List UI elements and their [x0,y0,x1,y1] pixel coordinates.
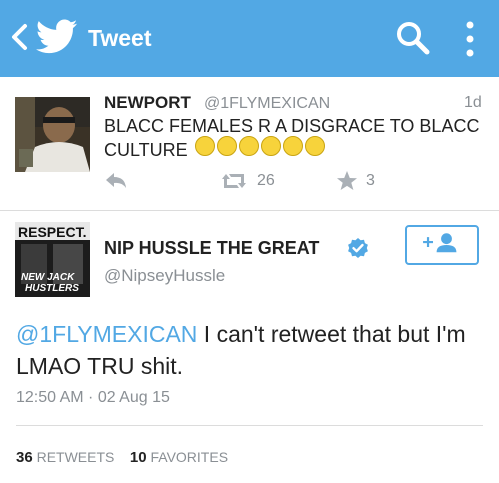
grinning-emoji-icon [194,136,215,157]
app-header: Tweet [0,0,499,77]
page-title: Tweet [88,25,152,51]
tweet2-avatar[interactable]: RESPECT. NEW JACK HUSTLERS [15,222,90,297]
svg-text:NEW JACK: NEW JACK [21,272,75,283]
divider [16,425,483,426]
tweet1-author-name[interactable]: NEWPORT [104,93,191,113]
verified-badge-icon [348,238,368,258]
reply-icon[interactable] [104,171,128,189]
tweet2-author-name[interactable]: NIP HUSSLE THE GREAT [104,238,319,259]
tweet1-time: 1d [464,94,482,111]
twitter-bird-icon [36,19,78,54]
grinning-emoji-icon [260,136,281,157]
overflow-menu-icon[interactable] [464,20,476,58]
tweet1-text: BLACC FEMALES R A DISGRACE TO BLACC CULT… [104,114,484,164]
avatar-title-text: RESPECT. [18,224,86,240]
grinning-emoji-icon [238,136,259,157]
grinning-emoji-icon [216,136,237,157]
follow-button[interactable]: + [405,225,479,265]
tweet-stats: 36 RETWEETS 10 FAVORITES [16,449,228,466]
add-user-icon: + [422,232,457,254]
favorite-star-icon[interactable] [336,170,358,192]
grinning-emoji-icon [282,136,303,157]
retweet-icon[interactable] [219,172,249,190]
tweet1-retweet-count: 26 [257,172,275,189]
tweet2-text: @1FLYMEXICAN I can't retweet that but I'… [16,318,486,382]
tweet1-favorite-count: 3 [366,172,375,189]
mention-link[interactable]: @1FLYMEXICAN [16,321,197,347]
tweet1-avatar[interactable] [15,97,90,172]
chevron-left-icon[interactable] [8,22,30,52]
tweet1-author-handle[interactable]: @1FLYMEXICAN [204,95,330,113]
favorite-count[interactable]: 10 [130,449,147,466]
grinning-emoji-icon [304,136,325,157]
retweet-count[interactable]: 36 [16,449,33,466]
svg-text:+: + [422,232,434,254]
emoji-group [193,136,325,164]
favorite-label[interactable]: FAVORITES [151,449,229,465]
tweet2-author-handle[interactable]: @NipseyHussle [104,266,225,286]
svg-text:HUSTLERS: HUSTLERS [25,283,79,294]
tweet2-timestamp: 12:50 AM · 02 Aug 15 [16,389,170,406]
search-icon[interactable] [395,20,431,56]
retweet-label[interactable]: RETWEETS [37,449,115,465]
